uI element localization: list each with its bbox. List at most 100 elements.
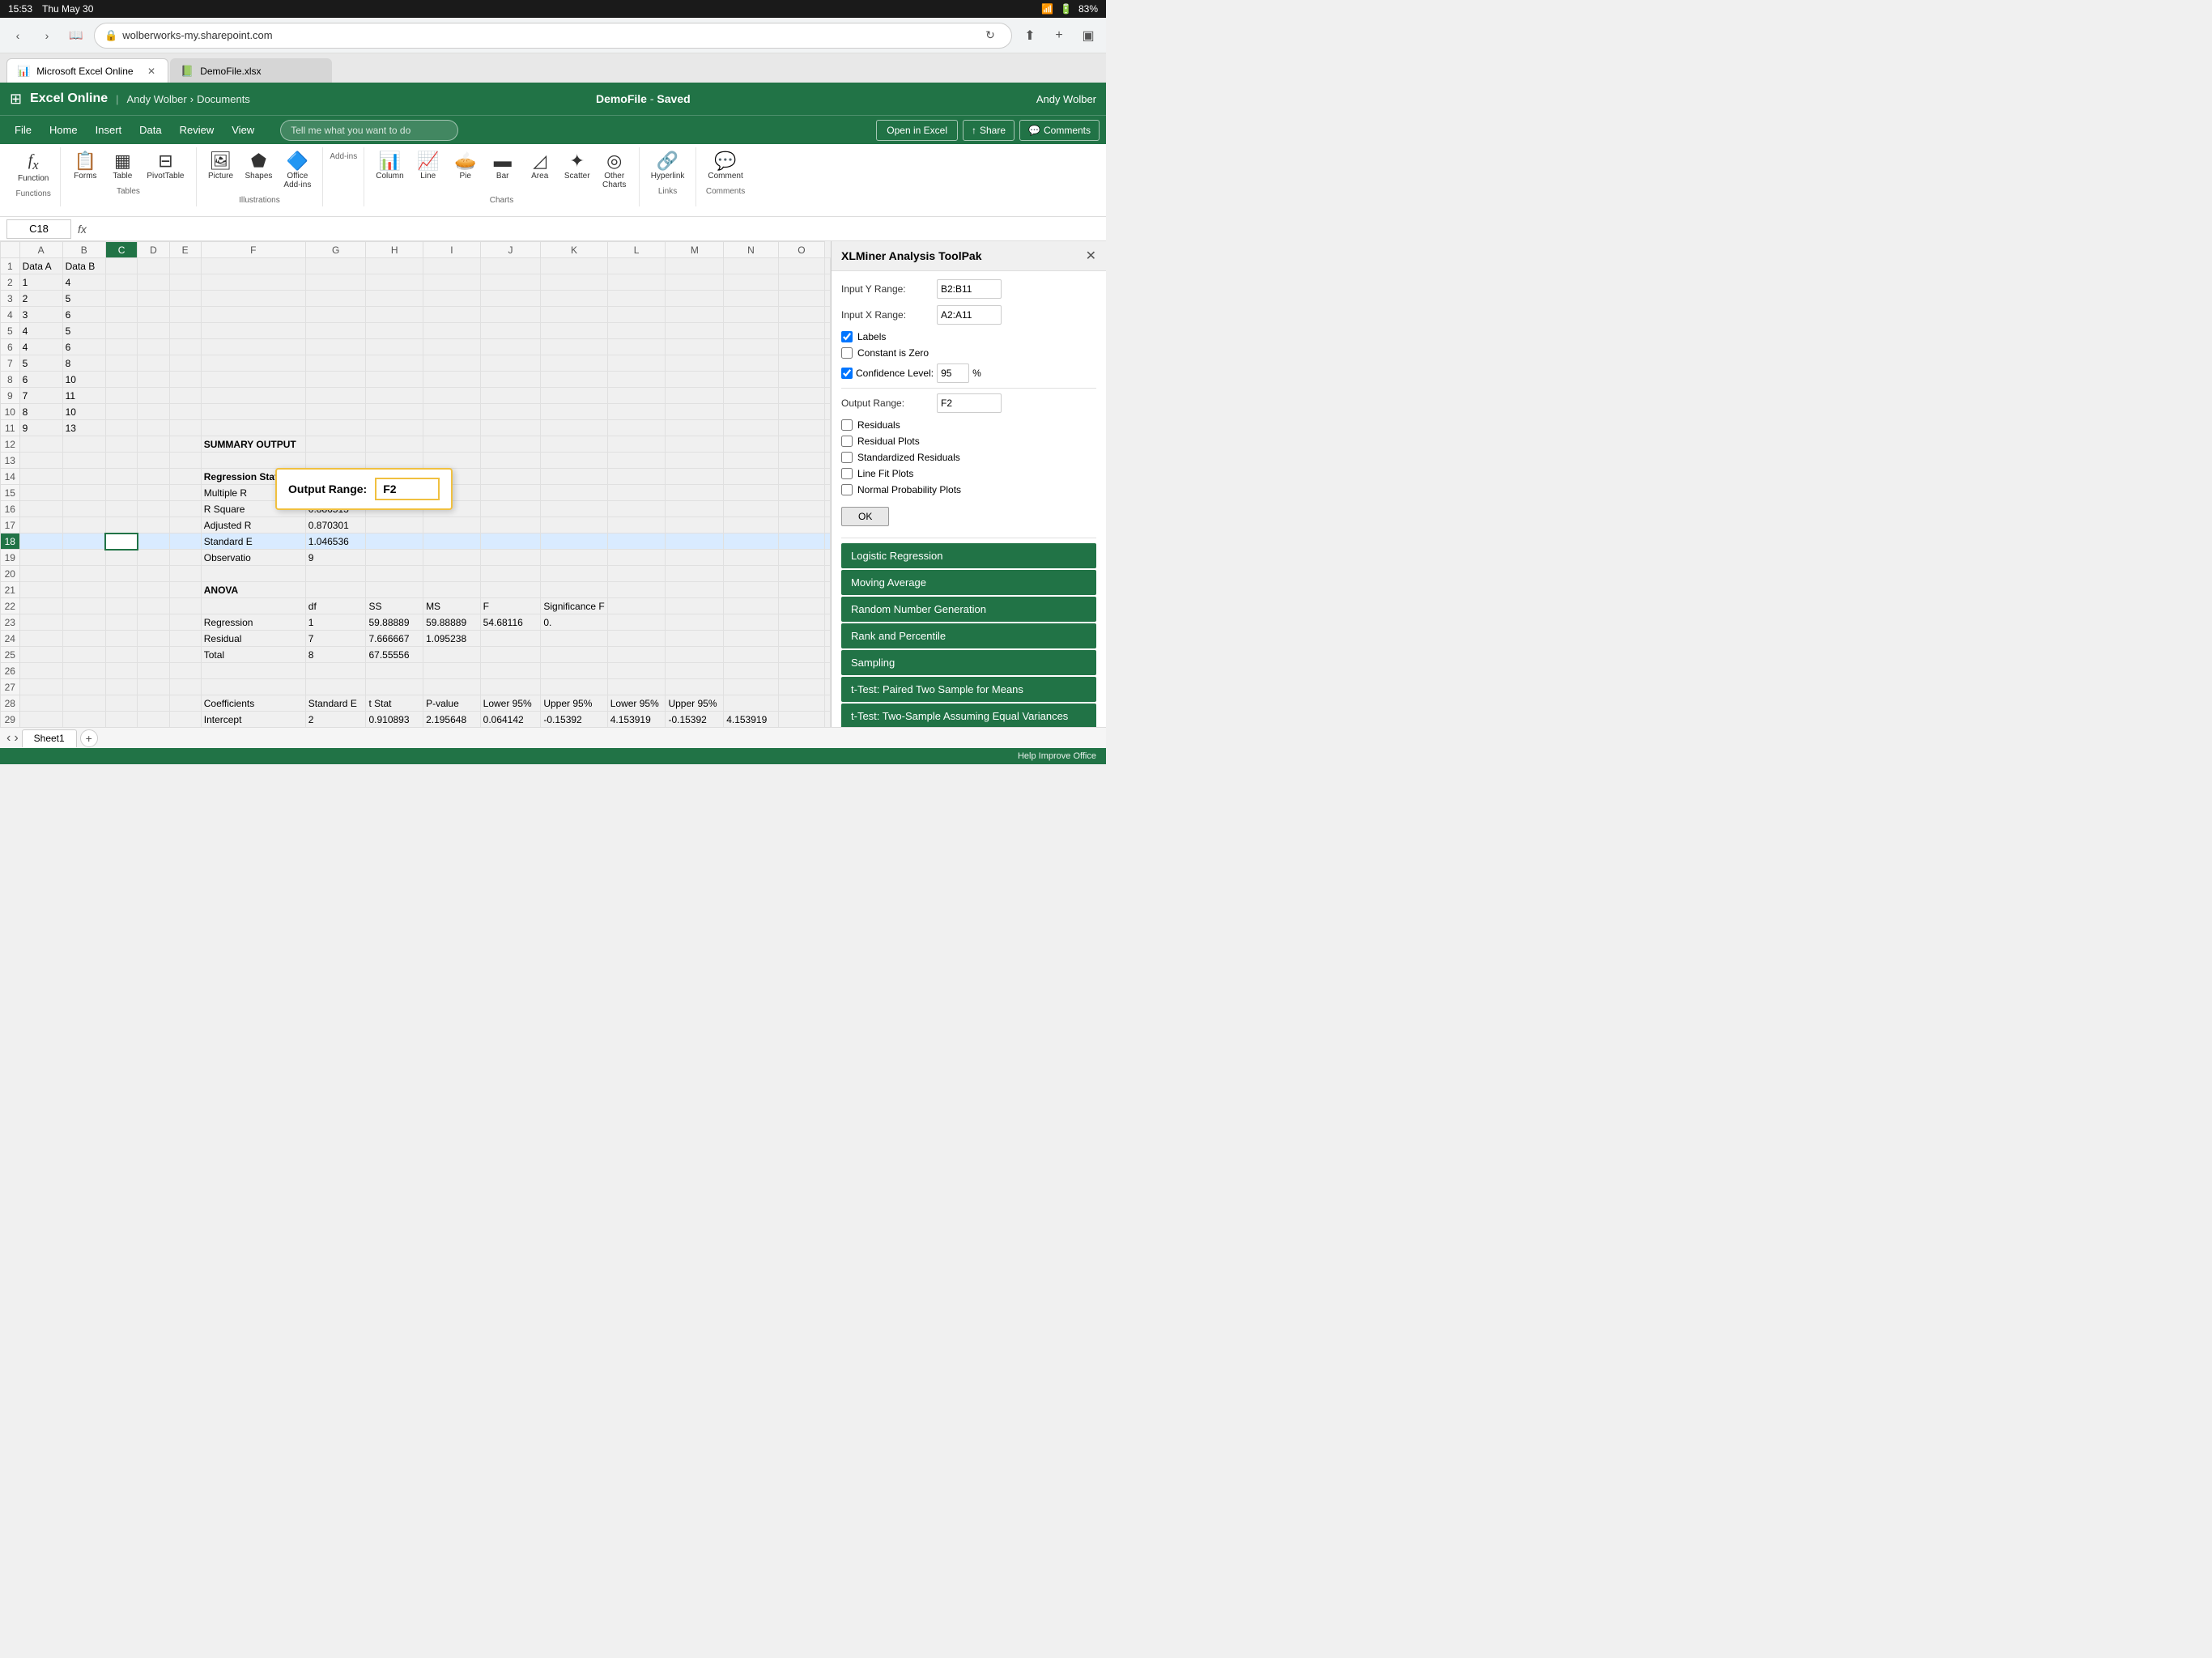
cell[interactable] <box>724 598 779 614</box>
cell[interactable] <box>607 307 666 323</box>
cell[interactable]: 0.870301 <box>305 517 366 534</box>
cell[interactable] <box>169 517 201 534</box>
comment-button[interactable]: 💬 Comment <box>703 149 747 184</box>
cell[interactable]: 11 <box>62 388 105 404</box>
apps-grid-icon[interactable]: ⊞ <box>10 91 22 108</box>
cell[interactable] <box>607 388 666 404</box>
cell[interactable] <box>138 291 169 307</box>
cell[interactable] <box>825 436 831 453</box>
cell[interactable] <box>169 598 201 614</box>
row-header-7[interactable]: 7 <box>1 355 20 372</box>
cell[interactable] <box>201 566 305 582</box>
cell[interactable] <box>825 647 831 663</box>
cell[interactable]: 4 <box>19 323 62 339</box>
cell[interactable] <box>825 663 831 679</box>
forward-button[interactable]: › <box>36 24 58 47</box>
cell[interactable] <box>480 404 541 420</box>
cell[interactable] <box>480 469 541 485</box>
cell[interactable] <box>201 355 305 372</box>
cell[interactable] <box>105 534 137 550</box>
scatter-chart-button[interactable]: ✦ Scatter <box>559 149 595 184</box>
cell[interactable] <box>778 323 824 339</box>
cell[interactable] <box>724 307 779 323</box>
cell[interactable] <box>607 582 666 598</box>
cell[interactable] <box>825 339 831 355</box>
cell[interactable] <box>105 550 137 566</box>
cell[interactable] <box>366 274 423 291</box>
cell[interactable] <box>778 550 824 566</box>
cell[interactable] <box>666 534 724 550</box>
cell[interactable] <box>825 517 831 534</box>
other-charts-button[interactable]: ◎ OtherCharts <box>597 149 632 193</box>
cell[interactable] <box>105 436 137 453</box>
cell[interactable] <box>480 550 541 566</box>
menu-file[interactable]: File <box>6 119 40 142</box>
cell[interactable] <box>778 307 824 323</box>
cell[interactable] <box>778 453 824 469</box>
cell[interactable] <box>778 274 824 291</box>
cell[interactable] <box>62 598 105 614</box>
cell[interactable]: Upper 95% <box>541 695 607 712</box>
cell[interactable] <box>62 647 105 663</box>
cell[interactable] <box>19 614 62 631</box>
tool-btn-sampling[interactable]: Sampling <box>841 650 1096 675</box>
output-range-input[interactable] <box>937 393 1002 413</box>
cell[interactable] <box>201 663 305 679</box>
bar-chart-button[interactable]: ▬ Bar <box>485 149 521 184</box>
cell[interactable] <box>666 469 724 485</box>
cell[interactable] <box>607 614 666 631</box>
cell[interactable] <box>423 404 481 420</box>
cell[interactable]: 54.68116 <box>480 614 541 631</box>
cell[interactable]: 6 <box>62 307 105 323</box>
cell[interactable]: 7 <box>19 388 62 404</box>
cell[interactable]: 6 <box>62 339 105 355</box>
cell[interactable] <box>607 550 666 566</box>
cell[interactable] <box>169 614 201 631</box>
cell[interactable] <box>541 453 607 469</box>
cell[interactable] <box>169 323 201 339</box>
col-header-F[interactable]: F <box>201 242 305 258</box>
cell[interactable] <box>825 355 831 372</box>
cell[interactable]: Standard E <box>305 695 366 712</box>
cell[interactable] <box>138 339 169 355</box>
cell[interactable] <box>666 485 724 501</box>
cell[interactable] <box>607 258 666 274</box>
cell[interactable] <box>169 663 201 679</box>
cell[interactable] <box>778 339 824 355</box>
cell[interactable] <box>105 647 137 663</box>
cell[interactable] <box>169 582 201 598</box>
cell[interactable] <box>366 663 423 679</box>
row-header-14[interactable]: 14 <box>1 469 20 485</box>
cell[interactable]: 8 <box>62 355 105 372</box>
cell[interactable]: 1 <box>19 274 62 291</box>
cell[interactable] <box>105 372 137 388</box>
cell[interactable] <box>778 372 824 388</box>
cell[interactable] <box>778 469 824 485</box>
row-header-15[interactable]: 15 <box>1 485 20 501</box>
cell[interactable]: ANOVA <box>201 582 305 598</box>
cell[interactable] <box>138 550 169 566</box>
cell[interactable]: df <box>305 598 366 614</box>
cell[interactable]: 10 <box>62 372 105 388</box>
cell[interactable]: 10 <box>62 404 105 420</box>
col-header-J[interactable]: J <box>480 242 541 258</box>
cell[interactable] <box>423 647 481 663</box>
col-header-H[interactable]: H <box>366 242 423 258</box>
cell[interactable] <box>19 631 62 647</box>
cell[interactable] <box>480 582 541 598</box>
input-x-range-input[interactable] <box>937 305 1002 325</box>
cell[interactable] <box>541 307 607 323</box>
cell[interactable] <box>724 647 779 663</box>
cell[interactable] <box>480 258 541 274</box>
cell[interactable] <box>480 307 541 323</box>
line-chart-button[interactable]: 📈 Line <box>410 149 446 184</box>
cell[interactable]: 7.666667 <box>366 631 423 647</box>
cell[interactable] <box>480 663 541 679</box>
col-header-L[interactable]: L <box>607 242 666 258</box>
cell[interactable] <box>138 388 169 404</box>
cell[interactable] <box>62 566 105 582</box>
tool-btn-t-test-two-sample-assuming-equal-variances[interactable]: t-Test: Two-Sample Assuming Equal Varian… <box>841 704 1096 727</box>
cell[interactable] <box>366 566 423 582</box>
cell[interactable] <box>724 517 779 534</box>
cell[interactable] <box>105 274 137 291</box>
